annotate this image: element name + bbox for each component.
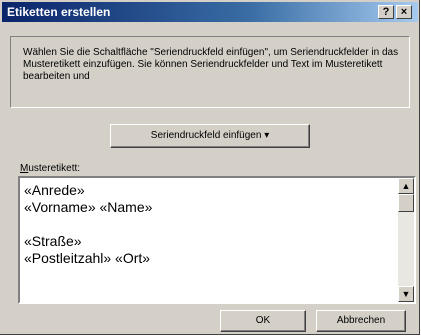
help-button[interactable]: ?: [378, 5, 394, 19]
cancel-button[interactable]: Abbrechen: [316, 310, 406, 332]
insert-merge-field-button[interactable]: Seriendruckfeld einfügen ▾: [110, 124, 310, 148]
ok-button[interactable]: OK: [220, 310, 306, 332]
sample-line-salutation: «Anrede»: [24, 182, 85, 198]
sample-line-city: «Postleitzahl» «Ort»: [24, 250, 151, 266]
sample-line-blank: [24, 216, 394, 233]
scroll-up-arrow-icon[interactable]: ▲: [398, 178, 414, 194]
instruction-text: Wählen Sie die Schaltfläche "Seriendruck…: [23, 47, 399, 82]
scroll-down-arrow-icon[interactable]: ▼: [398, 286, 414, 302]
close-button[interactable]: ×: [396, 5, 412, 19]
title-bar: Etiketten erstellen ? ×: [2, 2, 418, 22]
sample-label-caption: Musteretikett:: [20, 163, 80, 174]
dialog-title: Etiketten erstellen: [7, 5, 111, 19]
sample-label-textarea[interactable]: «Anrede» «Vorname» «Name» «Straße» «Post…: [18, 176, 416, 304]
sample-line-street: «Straße»: [24, 233, 82, 249]
sample-label-text: usteretikett:: [28, 163, 81, 174]
vertical-scrollbar[interactable]: ▲ ▼: [398, 178, 414, 302]
sample-label-content: «Anrede» «Vorname» «Name» «Straße» «Post…: [24, 182, 394, 267]
create-labels-dialog: Etiketten erstellen ? × Wählen Sie die S…: [0, 0, 420, 335]
instruction-panel: Wählen Sie die Schaltfläche "Seriendruck…: [10, 36, 410, 108]
scroll-thumb[interactable]: [398, 194, 414, 212]
sample-line-name: «Vorname» «Name»: [24, 199, 153, 215]
